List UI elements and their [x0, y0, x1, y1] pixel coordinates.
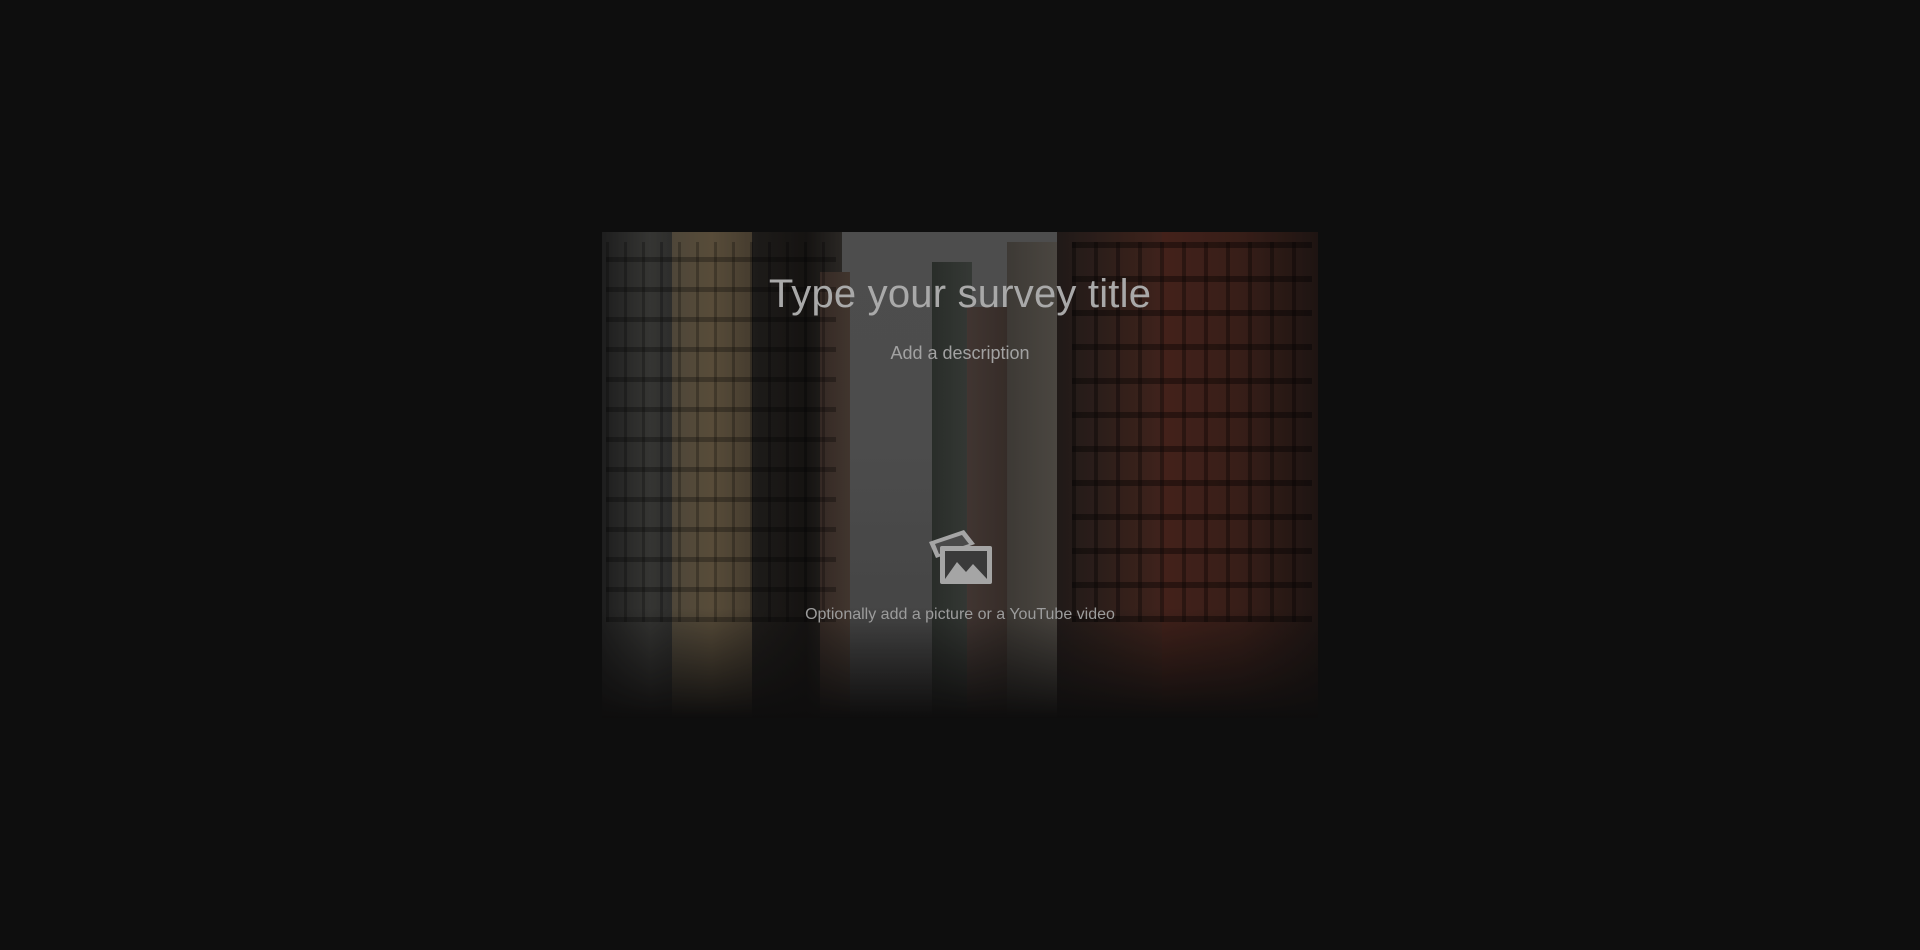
survey-cover-card: Type your survey title Add a description…	[602, 232, 1318, 718]
add-media-button[interactable]: Optionally add a picture or a YouTube vi…	[602, 522, 1318, 624]
page-backdrop: Type your survey title Add a description…	[0, 0, 1920, 950]
cover-content: Type your survey title Add a description…	[602, 232, 1318, 718]
survey-description-input[interactable]: Add a description	[602, 343, 1318, 364]
add-media-label: Optionally add a picture or a YouTube vi…	[805, 606, 1115, 623]
image-upload-icon	[929, 530, 992, 584]
survey-title-input[interactable]: Type your survey title	[602, 272, 1318, 317]
